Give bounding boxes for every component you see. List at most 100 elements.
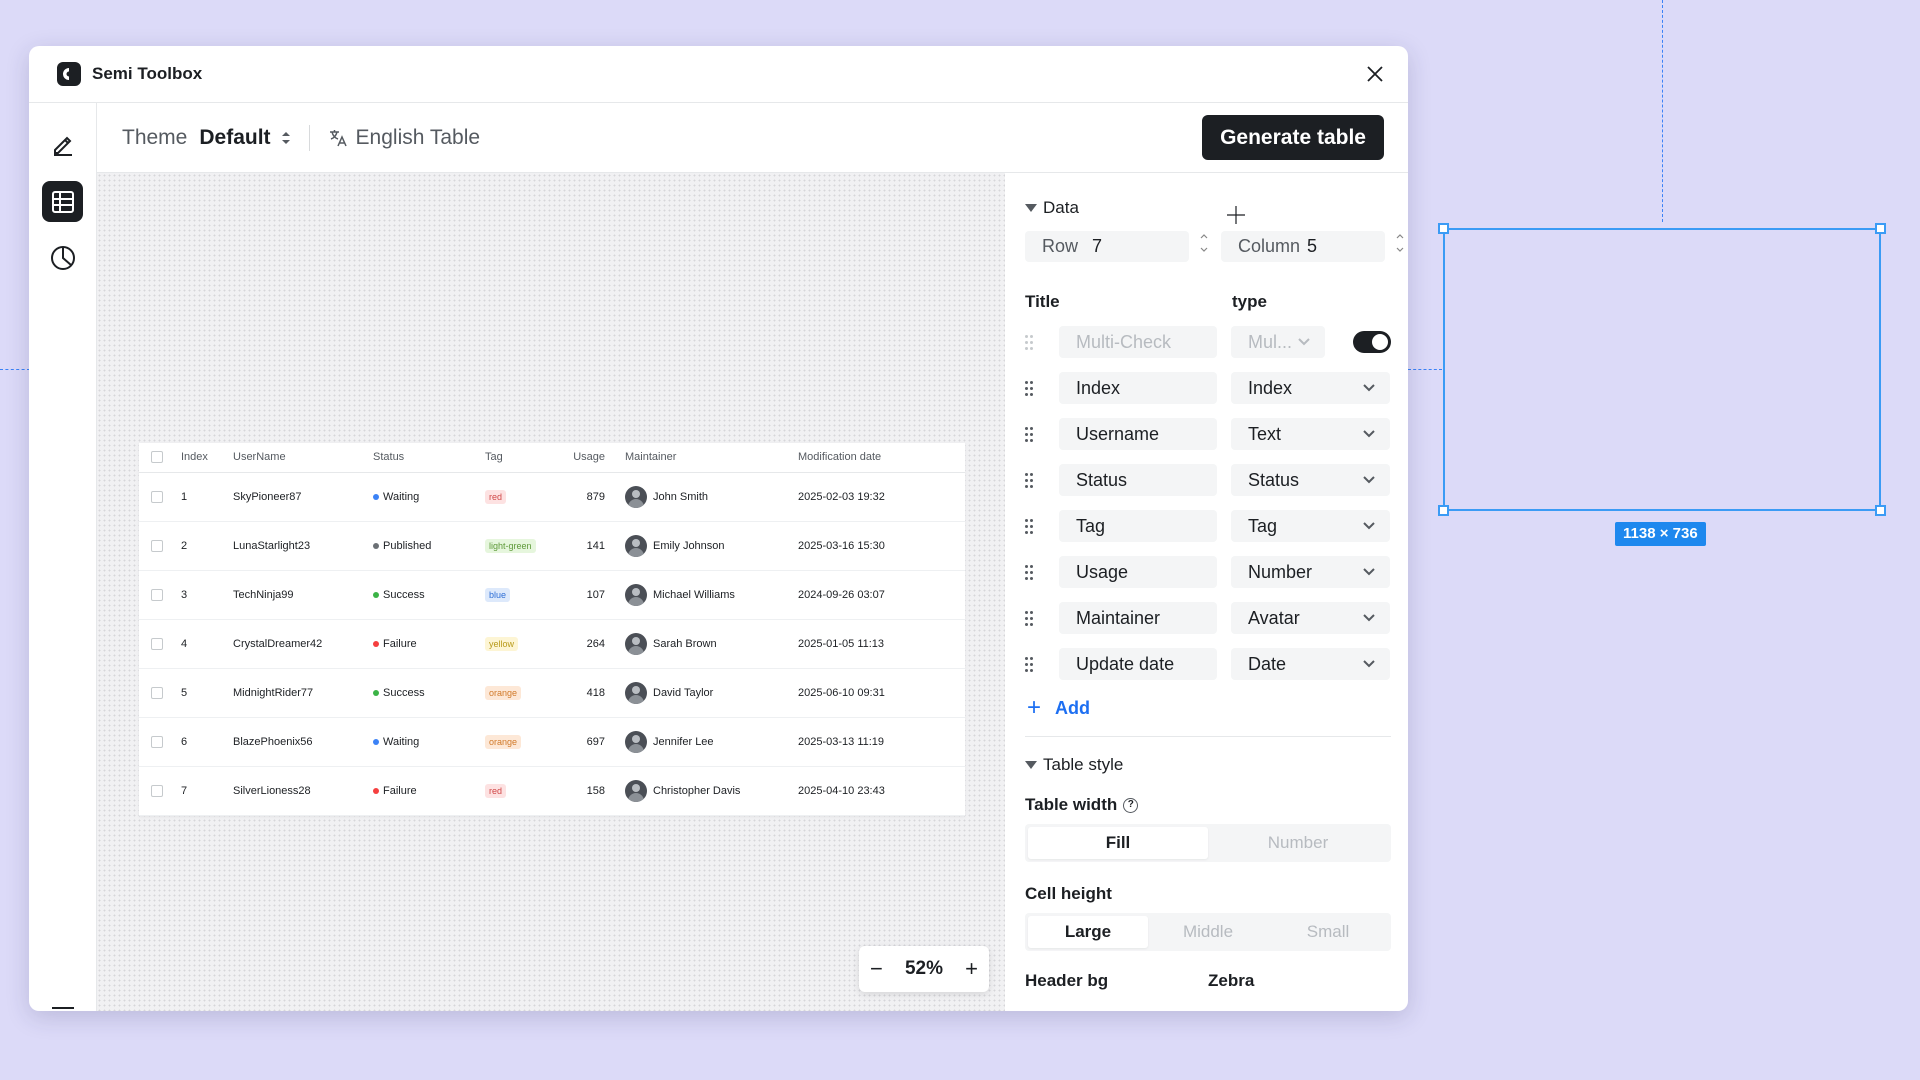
column-title-input[interactable]: Update date <box>1059 648 1217 680</box>
caret-down-icon <box>1025 761 1037 769</box>
height-option-large[interactable]: Large <box>1028 916 1148 948</box>
column-title-input[interactable]: Usage <box>1059 556 1217 588</box>
drag-handle-icon[interactable] <box>1025 380 1035 396</box>
column-config-row: Update date Date <box>1025 648 1391 680</box>
column-type-select[interactable]: Status <box>1231 464 1390 496</box>
multi-check-toggle[interactable] <box>1353 331 1391 353</box>
drag-handle-icon[interactable] <box>1025 518 1035 534</box>
status-dot <box>373 787 379 794</box>
table-style-section-header[interactable]: Table style <box>1025 755 1391 775</box>
width-option-number[interactable]: Number <box>1208 827 1388 859</box>
menu-icon[interactable] <box>42 995 83 1011</box>
column-type-select[interactable]: Date <box>1231 648 1390 680</box>
row-checkbox[interactable] <box>151 637 163 650</box>
maintainer-name: John Smith <box>653 490 709 503</box>
data-section-header[interactable]: Data <box>1025 198 1391 218</box>
status-text: Failure <box>383 784 417 797</box>
column-header: Maintainer <box>625 443 798 473</box>
row-maintainer: Sarah Brown <box>625 619 798 669</box>
cell-height-segmented: Large Middle Small <box>1025 913 1391 951</box>
sidebar-item-draw[interactable] <box>42 123 83 164</box>
resize-handle-top-left[interactable] <box>1438 223 1449 234</box>
row-tag: orange <box>485 668 565 718</box>
drag-handle-icon[interactable] <box>1025 656 1035 672</box>
row-checkbox[interactable] <box>151 784 163 797</box>
stepper-arrows-icon[interactable] <box>1199 231 1209 255</box>
zoom-in-button[interactable]: + <box>965 956 978 982</box>
table-row: 2 LunaStarlight23 Published light-green 141 E… <box>139 521 965 571</box>
column-title-input[interactable]: Multi-Check <box>1059 326 1217 358</box>
resize-handle-bottom-left[interactable] <box>1438 505 1449 516</box>
drag-handle-icon[interactable] <box>1025 334 1035 350</box>
drag-handle-icon[interactable] <box>1025 426 1035 442</box>
column-value[interactable]: 5 <box>1307 236 1317 257</box>
row-tag: red <box>485 472 565 522</box>
height-option-middle[interactable]: Middle <box>1148 916 1268 948</box>
resize-handle-top-right[interactable] <box>1875 223 1886 234</box>
row-username: SkyPioneer87 <box>233 472 373 522</box>
status-dot <box>373 591 379 598</box>
column-header: Modification date <box>798 443 965 473</box>
column-title-input[interactable]: Maintainer <box>1059 602 1217 634</box>
zoom-out-button[interactable]: − <box>870 956 883 982</box>
row-username: LunaStarlight23 <box>233 521 373 571</box>
row-checkbox[interactable] <box>151 735 163 748</box>
drag-handle-icon[interactable] <box>1025 610 1035 626</box>
height-option-small[interactable]: Small <box>1268 916 1388 948</box>
row-index: 5 <box>181 668 233 718</box>
close-icon[interactable] <box>1364 63 1386 85</box>
row-usage: 879 <box>565 472 625 522</box>
row-tag: light-green <box>485 521 565 571</box>
row-status: Failure <box>373 619 485 669</box>
row-usage: 264 <box>565 619 625 669</box>
add-column-button[interactable]: + Add <box>1025 694 1391 722</box>
drag-handle-icon[interactable] <box>1025 472 1035 488</box>
row-checkbox[interactable] <box>151 588 163 601</box>
column-type-select[interactable]: Mul... <box>1231 326 1325 358</box>
row-index: 7 <box>181 766 233 816</box>
row-username: CrystalDreamer42 <box>233 619 373 669</box>
row-maintainer: Christopher Davis <box>625 766 798 816</box>
row-maintainer: Michael Williams <box>625 570 798 620</box>
row-checkbox[interactable] <box>151 490 163 503</box>
column-type-select[interactable]: Text <box>1231 418 1390 450</box>
sort-caret-icon[interactable] <box>281 131 291 145</box>
plugin-window: Semi Toolbox Theme Default English Table… <box>29 46 1408 1011</box>
column-title-input[interactable]: Tag <box>1059 510 1217 542</box>
column-type-select[interactable]: Index <box>1231 372 1390 404</box>
column-title-input[interactable]: Index <box>1059 372 1217 404</box>
row-checkbox[interactable] <box>151 539 163 552</box>
drag-handle-icon[interactable] <box>1025 564 1035 580</box>
row-usage: 697 <box>565 717 625 767</box>
column-type-select[interactable]: Number <box>1231 556 1390 588</box>
column-stepper[interactable]: Column 5 <box>1221 231 1404 262</box>
row-usage: 141 <box>565 521 625 571</box>
language-toggle[interactable]: English Table <box>328 126 480 150</box>
type-column-header: type <box>1232 292 1267 311</box>
table-width-segmented: Fill Number <box>1025 824 1391 862</box>
column-header: Usage <box>565 443 625 473</box>
chevron-down-icon <box>1363 614 1375 622</box>
column-title-input[interactable]: Username <box>1059 418 1217 450</box>
row-stepper[interactable]: Row 7 <box>1025 231 1208 262</box>
resize-handle-bottom-right[interactable] <box>1875 505 1886 516</box>
column-type-select[interactable]: Tag <box>1231 510 1390 542</box>
column-type-select[interactable]: Avatar <box>1231 602 1390 634</box>
stepper-arrows-icon[interactable] <box>1395 231 1405 255</box>
row-maintainer: Jennifer Lee <box>625 717 798 767</box>
placement-frame[interactable] <box>1438 223 1886 516</box>
sidebar-item-chart[interactable] <box>42 237 83 278</box>
select-all-checkbox[interactable] <box>151 451 163 464</box>
theme-select[interactable]: Default <box>199 126 270 150</box>
row-value[interactable]: 7 <box>1092 236 1102 257</box>
generate-table-button[interactable]: Generate table <box>1202 115 1384 160</box>
translate-icon <box>329 129 347 146</box>
column-title-input[interactable]: Status <box>1059 464 1217 496</box>
pen-icon <box>53 136 72 156</box>
row-checkbox[interactable] <box>151 686 163 699</box>
width-option-fill[interactable]: Fill <box>1028 827 1208 859</box>
row-date: 2025-03-16 15:30 <box>798 521 965 571</box>
maintainer-name: Michael Williams <box>653 588 735 601</box>
help-icon[interactable]: ? <box>1123 798 1139 814</box>
sidebar-item-table[interactable] <box>42 181 83 222</box>
